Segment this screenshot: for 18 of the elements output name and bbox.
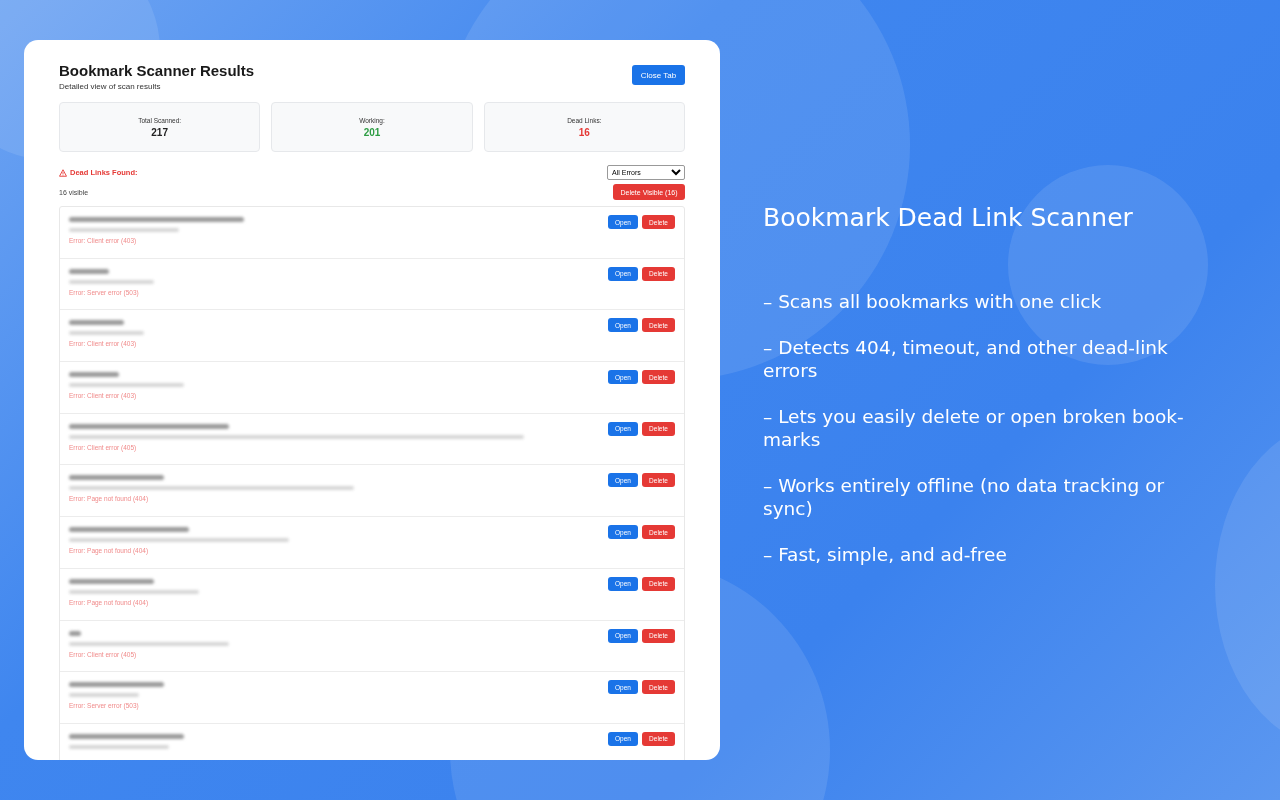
promo-heading: Bookmark Dead Link Scanner	[763, 203, 1134, 232]
blurred-title	[69, 268, 109, 274]
blurred-title	[69, 320, 124, 326]
feature-text: – Lets you easily delete or open broken book-marks	[763, 405, 1185, 451]
close-tab-button[interactable]: Close Tab	[632, 65, 685, 85]
feature-text: – Fast, simple, and ad-free	[763, 543, 1008, 566]
stat-value: 16	[578, 126, 590, 138]
stat-value: 217	[151, 126, 168, 138]
blurred-title	[69, 372, 119, 378]
feature-text: – Works entirely offline (no data tracking or sync)	[763, 474, 1166, 520]
page-subtitle: Detailed view of scan results	[59, 82, 162, 91]
feature-text: – Scans all bookmarks with one click	[763, 290, 1103, 313]
stat-value: 201	[363, 126, 381, 138]
blurred-title	[69, 630, 81, 636]
feature-text: – Detects 404, timeout, and other dead-link errors	[763, 336, 1169, 382]
page-title: Bookmark Scanner Results	[59, 62, 255, 79]
warning-icon	[59, 168, 67, 177]
blurred-url	[69, 693, 139, 698]
